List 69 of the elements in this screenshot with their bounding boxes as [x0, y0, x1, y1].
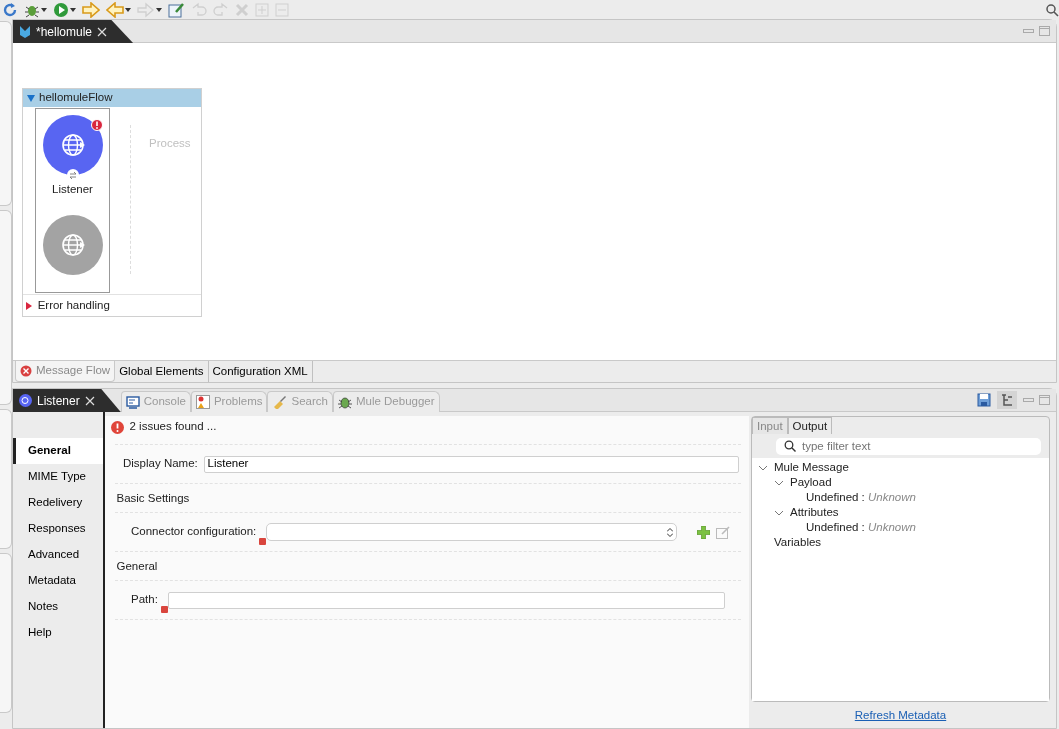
nav-item[interactable]: General	[13, 438, 103, 464]
maximize-icon	[1039, 395, 1051, 405]
tree-view-button[interactable]	[996, 391, 1017, 409]
maximize-icon	[1039, 26, 1051, 36]
field-label: Display Name:	[123, 456, 198, 472]
tree-item[interactable]: Undefined : Unknown	[806, 490, 916, 505]
section-title: General	[116, 560, 158, 572]
close-icon	[84, 395, 95, 406]
back-arrow-icon	[106, 1, 124, 18]
updown-icon	[666, 527, 673, 537]
filter-field[interactable]: type filter text	[776, 438, 1041, 456]
refresh-metadata-link[interactable]: Refresh Metadata	[751, 707, 1050, 725]
search-icon	[1045, 2, 1059, 17]
tree-item[interactable]: Payload	[790, 475, 832, 490]
close-icon	[235, 2, 249, 17]
plus-icon	[696, 525, 710, 539]
tree-item[interactable]: Attributes	[790, 505, 839, 520]
section-title: Basic Settings	[116, 492, 190, 504]
path-field[interactable]	[167, 591, 725, 609]
tree-icon	[999, 393, 1014, 407]
monitor-icon	[125, 395, 140, 409]
nav-item[interactable]: Advanced	[13, 542, 103, 568]
triangle-icon	[27, 94, 35, 102]
tree-item[interactable]: Undefined : Unknown	[806, 520, 916, 535]
flow-header[interactable]: hellomuleFlow	[23, 89, 201, 107]
metadata-tab[interactable]: Output	[787, 417, 833, 434]
issues-message: 2 issues found ...	[129, 419, 217, 435]
add-button[interactable]	[696, 523, 710, 541]
tree-item[interactable]: Mule Message	[774, 460, 849, 475]
connector-select[interactable]	[266, 523, 677, 541]
redo-icon	[213, 1, 229, 18]
swap-icon	[66, 169, 79, 181]
problems-icon	[195, 395, 210, 409]
nav-item[interactable]: Responses	[13, 516, 103, 542]
nav-item[interactable]: Notes	[13, 594, 103, 620]
toolbar-button[interactable]	[2, 0, 18, 19]
undo-icon	[191, 1, 207, 18]
minimize-icon	[1022, 29, 1034, 33]
bug-icon	[337, 395, 352, 409]
error-icon	[110, 420, 124, 434]
process-label: Process	[149, 136, 191, 149]
save-icon	[977, 393, 991, 407]
forward-arrow-icon	[82, 1, 100, 18]
search-icon	[784, 440, 796, 452]
toolbar-button[interactable]	[106, 0, 131, 19]
forward-arrow-icon	[137, 1, 155, 18]
close-icon	[97, 26, 108, 37]
nav-item[interactable]: MIME Type	[13, 464, 103, 490]
globe-icon	[19, 394, 32, 407]
nav-item[interactable]: Redelivery	[13, 490, 103, 516]
error-handling-row[interactable]: Error handling	[23, 294, 201, 316]
error-icon	[20, 365, 32, 377]
node-label: Listener	[52, 181, 93, 197]
nav-item[interactable]: Metadata	[13, 568, 103, 594]
field-label: Connector configuration:	[131, 524, 257, 540]
edit-icon	[715, 525, 730, 539]
view-tab[interactable]: Listener	[13, 389, 121, 412]
refresh-icon	[2, 1, 18, 18]
minimize-icon	[1022, 398, 1034, 402]
nav-item[interactable]: Help	[13, 620, 103, 646]
tree-item[interactable]: Variables	[774, 535, 822, 550]
edit-icon	[168, 1, 185, 18]
display-name-field[interactable]: Listener	[203, 455, 739, 473]
save-button[interactable]	[977, 391, 991, 409]
editor-tab[interactable]: *hellomule	[13, 20, 134, 43]
run-icon	[53, 1, 69, 18]
toolbar-button[interactable]	[53, 0, 76, 19]
triangle-icon	[25, 301, 32, 310]
field-label: Path:	[131, 592, 158, 608]
